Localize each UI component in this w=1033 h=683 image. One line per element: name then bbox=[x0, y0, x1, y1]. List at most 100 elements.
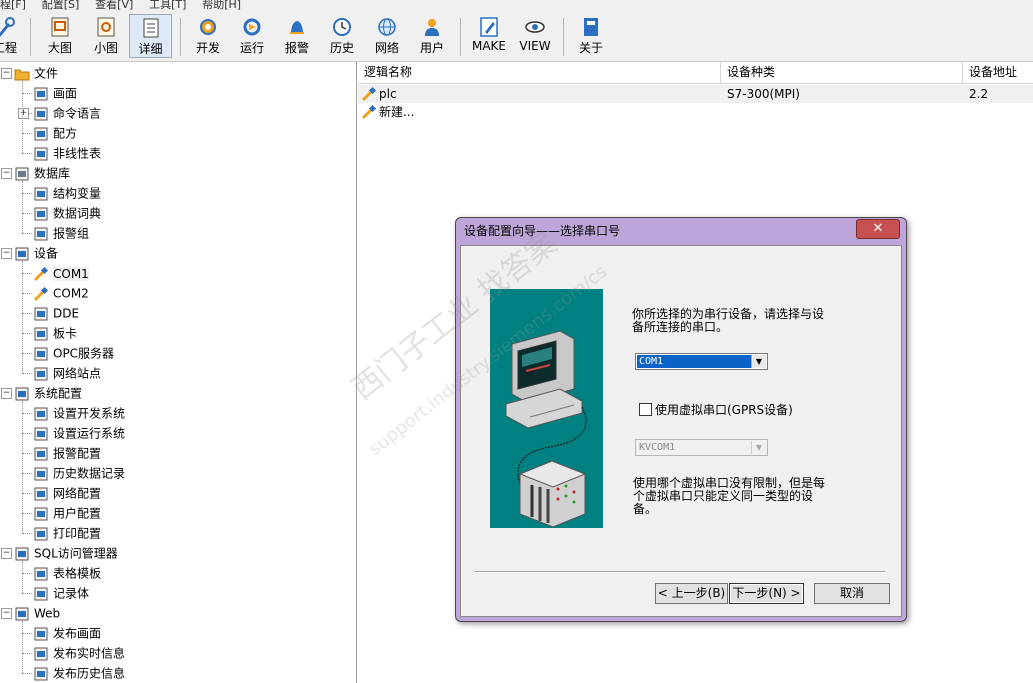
tree-item[interactable]: 命令语言 bbox=[33, 103, 101, 123]
tree-item[interactable]: SQL访问管理器 bbox=[14, 543, 118, 563]
tree-item[interactable]: 记录体 bbox=[33, 583, 89, 603]
tree-item-label: 网络站点 bbox=[53, 366, 102, 381]
toolbar-separator bbox=[30, 18, 31, 56]
tree-item[interactable]: 设置开发系统 bbox=[33, 403, 125, 423]
tree-item[interactable]: 报警配置 bbox=[33, 443, 101, 463]
tree-item[interactable]: 打印配置 bbox=[33, 523, 101, 543]
virtual-com-checkbox[interactable] bbox=[639, 403, 652, 416]
screen-icon bbox=[34, 87, 48, 100]
user-config-icon bbox=[34, 507, 48, 520]
chevron-down-icon[interactable]: ▼ bbox=[751, 355, 766, 368]
close-button[interactable]: ✕ bbox=[856, 219, 900, 239]
tree-item[interactable]: 历史数据记录 bbox=[33, 463, 125, 483]
column-header-device-address[interactable]: 设备地址 bbox=[963, 62, 1033, 83]
table-row[interactable]: plc S7-300(MPI) 2.2 bbox=[358, 85, 1033, 103]
command-icon bbox=[34, 107, 48, 120]
run-system-icon bbox=[34, 427, 48, 440]
tree-expander[interactable]: − bbox=[1, 388, 12, 399]
tree-item[interactable]: 报警组 bbox=[33, 223, 89, 243]
tree-item[interactable]: 用户配置 bbox=[33, 503, 101, 523]
menu-tools[interactable]: 工具[T] bbox=[149, 0, 186, 11]
tree-expander[interactable]: − bbox=[1, 608, 12, 619]
toolbar-label: 大图 bbox=[47, 41, 72, 55]
tree-item-label: 记录体 bbox=[53, 586, 90, 601]
tree-connector bbox=[22, 473, 32, 474]
device-icon bbox=[15, 247, 29, 260]
tree-item-label: 板卡 bbox=[53, 326, 78, 341]
toolbar-label: 开发 bbox=[195, 41, 220, 55]
tree-item[interactable]: 网络站点 bbox=[33, 363, 101, 383]
tree-item[interactable]: 配方 bbox=[33, 123, 77, 143]
toolbar-make-button[interactable]: MAKE bbox=[467, 14, 511, 58]
row-type: S7-300(MPI) bbox=[727, 87, 800, 101]
toolbar-network-button[interactable]: 网络 bbox=[367, 14, 407, 58]
tree-item[interactable]: 系统配置 bbox=[14, 383, 82, 403]
tree-item[interactable]: 非线性表 bbox=[33, 143, 101, 163]
tree-item-label: OPC服务器 bbox=[53, 346, 115, 361]
toolbar-details-button[interactable]: 详细 bbox=[129, 14, 172, 58]
toolbar-about-button[interactable]: 关于 bbox=[571, 14, 611, 58]
tree-item[interactable]: Web bbox=[14, 603, 60, 623]
toolbar-user-button[interactable]: 用户 bbox=[412, 14, 452, 58]
tree-item-label: 设置运行系统 bbox=[53, 426, 126, 441]
network-config-icon bbox=[34, 487, 48, 500]
toolbar-run-button[interactable]: 运行 bbox=[232, 14, 272, 58]
column-header-device-type[interactable]: 设备种类 bbox=[721, 62, 963, 83]
menu-view[interactable]: 查看[V] bbox=[95, 0, 133, 11]
tree-item[interactable]: 设备 bbox=[14, 243, 58, 263]
tree-connector bbox=[22, 493, 32, 494]
tree-item[interactable]: 设置运行系统 bbox=[33, 423, 125, 443]
board-card-icon bbox=[34, 327, 48, 340]
tree-item[interactable]: 板卡 bbox=[33, 323, 77, 343]
prev-button[interactable]: < 上一步(B) bbox=[655, 583, 728, 604]
toolbar-develop-button[interactable]: 开发 bbox=[188, 14, 228, 58]
user-icon bbox=[425, 19, 439, 36]
small-icons-icon bbox=[97, 17, 115, 37]
tree-item[interactable]: COM1 bbox=[33, 263, 89, 283]
toolbar-small-icons-button[interactable]: 小图 bbox=[86, 14, 126, 58]
tree-expander[interactable]: − bbox=[1, 248, 12, 259]
tree-item[interactable]: 发布历史信息 bbox=[33, 663, 125, 683]
menu-help[interactable]: 帮助[H] bbox=[202, 0, 241, 11]
next-button[interactable]: 下一步(N) > bbox=[729, 583, 804, 604]
tree-item[interactable]: OPC服务器 bbox=[33, 343, 114, 363]
tree-item[interactable]: 发布画面 bbox=[33, 623, 101, 643]
tree-expander[interactable]: − bbox=[1, 168, 12, 179]
toolbar-project-button[interactable]: 工程 bbox=[0, 14, 20, 58]
about-book-icon bbox=[584, 18, 598, 36]
table-row[interactable]: 新建... bbox=[358, 103, 1033, 121]
tree-item[interactable]: 文件 bbox=[14, 63, 58, 83]
toolbar-view-button[interactable]: VIEW bbox=[514, 14, 556, 58]
tree-expander[interactable]: − bbox=[1, 68, 12, 79]
tree-expander[interactable]: − bbox=[1, 548, 12, 559]
tree-item[interactable]: 表格模板 bbox=[33, 563, 101, 583]
tree-item[interactable]: 结构变量 bbox=[33, 183, 101, 203]
run-icon bbox=[243, 18, 261, 36]
tree-item[interactable]: 发布实时信息 bbox=[33, 643, 125, 663]
column-header-logical-name[interactable]: 逻辑名称 bbox=[358, 62, 721, 83]
toolbar-alarm-button[interactable]: 报警 bbox=[277, 14, 317, 58]
tree-item[interactable]: 画面 bbox=[33, 83, 77, 103]
toolbar-separator bbox=[180, 18, 181, 56]
menu-config[interactable]: 配置[S] bbox=[42, 0, 80, 11]
tree-connector bbox=[22, 333, 32, 334]
tree-expander[interactable]: + bbox=[18, 108, 29, 119]
tree-item[interactable]: 网络配置 bbox=[33, 483, 101, 503]
toolbar-large-icons-button[interactable]: 大图 bbox=[40, 14, 80, 58]
menu-project[interactable]: 程[F] bbox=[0, 0, 26, 11]
toolbar-history-button[interactable]: 历史 bbox=[322, 14, 362, 58]
tree-connector bbox=[22, 153, 32, 154]
cancel-button[interactable]: 取消 bbox=[814, 583, 890, 604]
com-port-select[interactable]: COM1 ▼ bbox=[635, 353, 768, 370]
tree-item[interactable]: COM2 bbox=[33, 283, 89, 303]
row-name: plc bbox=[379, 87, 397, 101]
tree-item-label: DDE bbox=[53, 306, 80, 321]
tree-item[interactable]: DDE bbox=[33, 303, 79, 323]
tree-item[interactable]: 数据库 bbox=[14, 163, 70, 183]
virtual-com-label: 使用虚拟串口(GPRS设备) bbox=[655, 403, 793, 417]
publish-screen-icon bbox=[34, 627, 48, 640]
tree-item-label: 结构变量 bbox=[53, 186, 102, 201]
dialog-description: 你所选择的为串行设备，请选择与设备所连接的串口。 bbox=[632, 307, 825, 334]
tree-item[interactable]: 数据词典 bbox=[33, 203, 101, 223]
tree-item-label: COM1 bbox=[53, 266, 89, 281]
